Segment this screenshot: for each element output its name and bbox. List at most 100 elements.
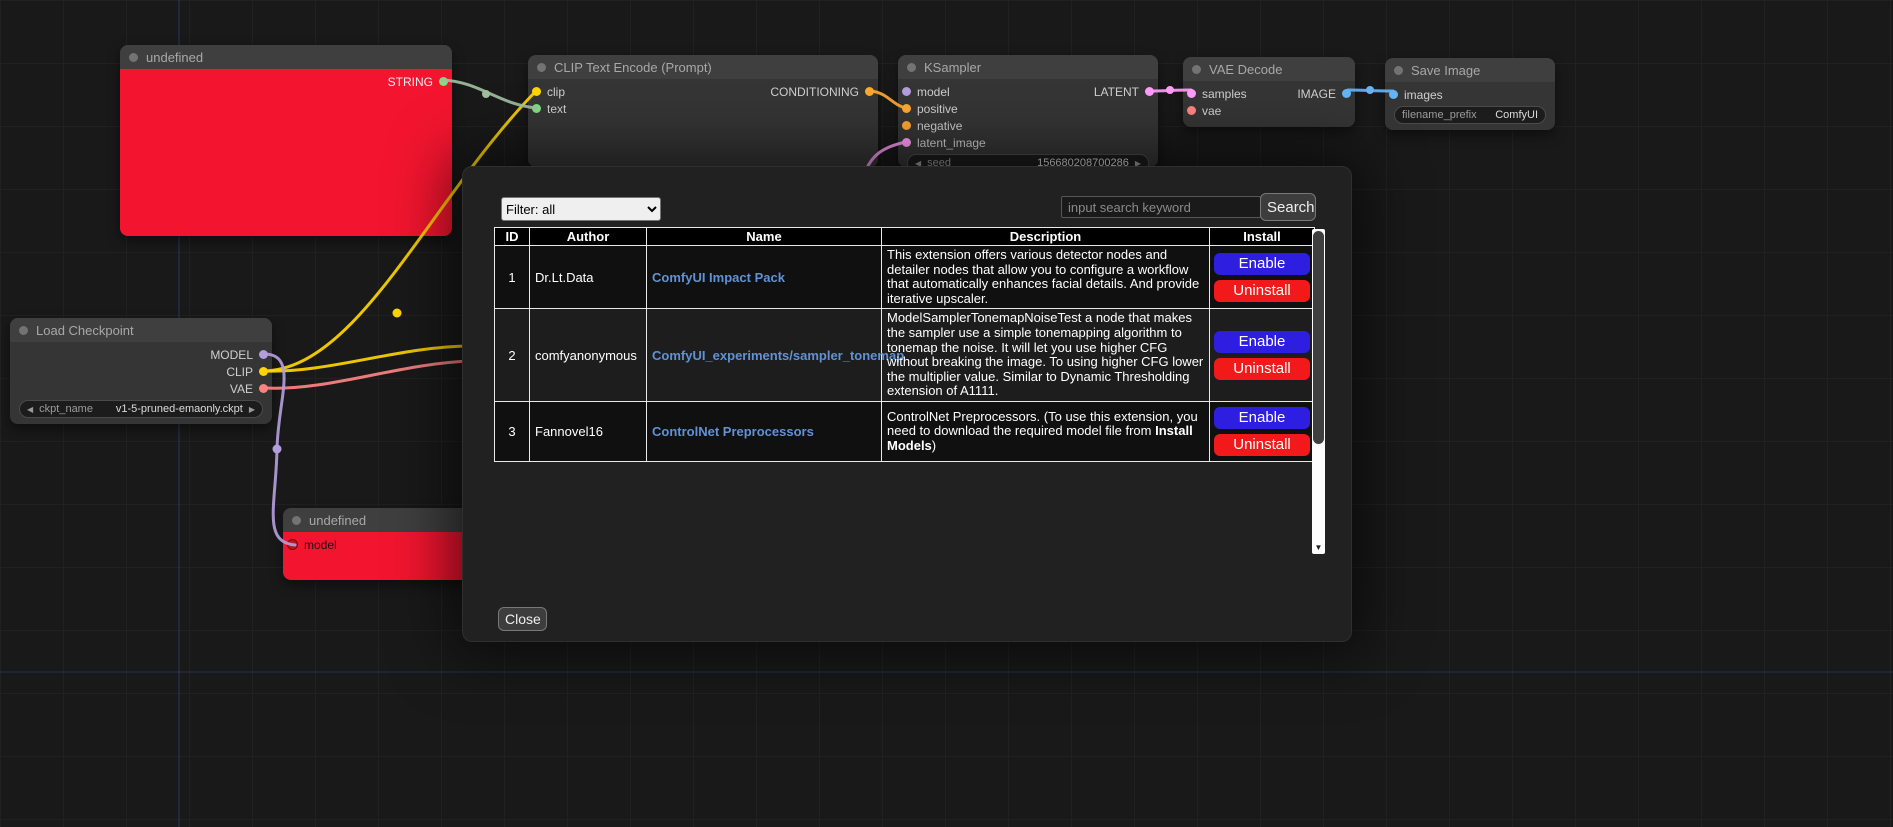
cell-author: Dr.Lt.Data (530, 246, 647, 309)
image-output-port[interactable] (1342, 89, 1351, 98)
node-header[interactable]: KSampler (898, 55, 1158, 79)
scrollbar-thumb[interactable] (1313, 231, 1324, 444)
extension-link[interactable]: ControlNet Preprocessors (652, 424, 814, 439)
enable-button[interactable]: Enable (1214, 253, 1310, 275)
collapse-dot-icon[interactable] (292, 516, 301, 525)
samples-input-port[interactable] (1187, 89, 1196, 98)
extension-manager-dialog: Filter: all Search ID Author Name Descri… (462, 166, 1352, 642)
negative-input-port[interactable] (902, 121, 911, 130)
node-ksampler[interactable]: KSampler model LATENT positive negative (898, 55, 1158, 167)
string-output-port[interactable] (439, 77, 448, 86)
positive-input-port[interactable] (902, 104, 911, 113)
output-label: LATENT (1094, 85, 1139, 99)
search-input[interactable] (1061, 196, 1261, 218)
output-label: STRING (388, 75, 433, 89)
node-header[interactable]: Save Image (1385, 58, 1555, 82)
input-label: clip (547, 85, 565, 99)
extension-link[interactable]: ComfyUI_experiments/sampler_tonemap (652, 348, 904, 363)
input-label: model (304, 538, 337, 552)
widget-label: ckpt_name (39, 403, 93, 415)
enable-button[interactable]: Enable (1214, 407, 1310, 429)
text-input-port[interactable] (532, 104, 541, 113)
wire-midpoint-dot (1366, 86, 1374, 94)
enable-button[interactable]: Enable (1214, 331, 1310, 353)
node-body: images filename_prefix ComfyUI (1385, 82, 1555, 130)
collapse-dot-icon[interactable] (1394, 66, 1403, 75)
ckpt-name-widget[interactable]: ◀ ckpt_name v1-5-pruned-emaonly.ckpt ▶ (19, 400, 263, 418)
extension-table: ID Author Name Description Install 1 Dr.… (494, 227, 1315, 462)
node-vae-decode[interactable]: VAE Decode samples IMAGE vae (1183, 57, 1355, 127)
comfyui-canvas[interactable]: { "canvas": { "nodes": { "undefined_top"… (0, 0, 1893, 827)
node-undefined-top[interactable]: undefined STRING (120, 45, 452, 236)
model-output-port[interactable] (259, 350, 268, 359)
cell-id: 2 (495, 309, 530, 402)
table-scrollbar[interactable]: ▼ (1312, 229, 1325, 554)
extension-link[interactable]: ComfyUI Impact Pack (652, 270, 785, 285)
input-label: model (917, 85, 950, 99)
node-header[interactable]: VAE Decode (1183, 57, 1355, 81)
header-description: Description (882, 228, 1210, 246)
uninstall-button[interactable]: Uninstall (1214, 358, 1310, 380)
clip-output-port[interactable] (259, 367, 268, 376)
node-title: undefined (146, 50, 203, 65)
decrement-arrow-icon[interactable]: ◀ (27, 405, 33, 414)
input-label: samples (1202, 87, 1247, 101)
input-label: vae (1202, 104, 1221, 118)
collapse-dot-icon[interactable] (19, 326, 28, 335)
table-header-row: ID Author Name Description Install (495, 228, 1315, 246)
model-input-port[interactable] (287, 539, 298, 550)
collapse-dot-icon[interactable] (907, 63, 916, 72)
latent-image-input-port[interactable] (902, 138, 911, 147)
close-button[interactable]: Close (498, 607, 547, 631)
node-body: samples IMAGE vae (1183, 81, 1355, 127)
cell-id: 1 (495, 246, 530, 309)
model-input-port[interactable] (902, 87, 911, 96)
uninstall-button[interactable]: Uninstall (1214, 280, 1310, 302)
node-body: clip CONDITIONING text (528, 79, 878, 167)
vae-output-port[interactable] (259, 384, 268, 393)
canvas-axis-horizontal (0, 671, 1893, 673)
collapse-dot-icon[interactable] (1192, 65, 1201, 74)
wire-clip-2 (266, 346, 472, 371)
cell-description: This extension offers various detector n… (882, 246, 1210, 309)
filter-select[interactable]: Filter: all (501, 197, 661, 221)
node-body: STRING (120, 69, 452, 236)
node-header[interactable]: undefined (120, 45, 452, 69)
cell-description: ModelSamplerTonemapNoiseTest a node that… (882, 309, 1210, 402)
output-label: CONDITIONING (770, 85, 859, 99)
node-undefined-bottom[interactable]: undefined model (283, 508, 469, 580)
node-title: VAE Decode (1209, 62, 1282, 77)
node-load-checkpoint[interactable]: Load Checkpoint MODEL CLIP VAE ◀ ckpt_na… (10, 318, 272, 424)
cell-author: Fannovel16 (530, 401, 647, 461)
scroll-down-arrow-icon[interactable]: ▼ (1312, 542, 1325, 554)
table-row: 1 Dr.Lt.Data ComfyUI Impact Pack This ex… (495, 246, 1315, 309)
increment-arrow-icon[interactable]: ▶ (249, 405, 255, 414)
table-row: 3 Fannovel16 ControlNet Preprocessors Co… (495, 401, 1315, 461)
collapse-dot-icon[interactable] (537, 63, 546, 72)
conditioning-output-port[interactable] (865, 87, 874, 96)
node-header[interactable]: CLIP Text Encode (Prompt) (528, 55, 878, 79)
header-id: ID (495, 228, 530, 246)
node-title: undefined (309, 513, 366, 528)
node-header[interactable]: undefined (283, 508, 469, 532)
node-header[interactable]: Load Checkpoint (10, 318, 272, 342)
filename-prefix-widget[interactable]: filename_prefix ComfyUI (1394, 106, 1546, 124)
node-clip-text-encode[interactable]: CLIP Text Encode (Prompt) clip CONDITION… (528, 55, 878, 167)
cell-id: 3 (495, 401, 530, 461)
search-button[interactable]: Search (1260, 193, 1316, 221)
uninstall-button[interactable]: Uninstall (1214, 434, 1310, 456)
latent-output-port[interactable] (1145, 87, 1154, 96)
header-install: Install (1210, 228, 1315, 246)
wire-midpoint-dot (1166, 86, 1174, 94)
collapse-dot-icon[interactable] (129, 53, 138, 62)
vae-input-port[interactable] (1187, 106, 1196, 115)
wire-string (443, 80, 536, 108)
cell-description: ControlNet Preprocessors. (To use this e… (882, 401, 1210, 461)
input-label: negative (917, 119, 962, 133)
cell-author: comfyanonymous (530, 309, 647, 402)
images-input-port[interactable] (1389, 90, 1398, 99)
header-name: Name (647, 228, 882, 246)
node-save-image[interactable]: Save Image images filename_prefix ComfyU… (1385, 58, 1555, 130)
widget-value: v1-5-pruned-emaonly.ckpt (116, 403, 243, 415)
clip-input-port[interactable] (532, 87, 541, 96)
